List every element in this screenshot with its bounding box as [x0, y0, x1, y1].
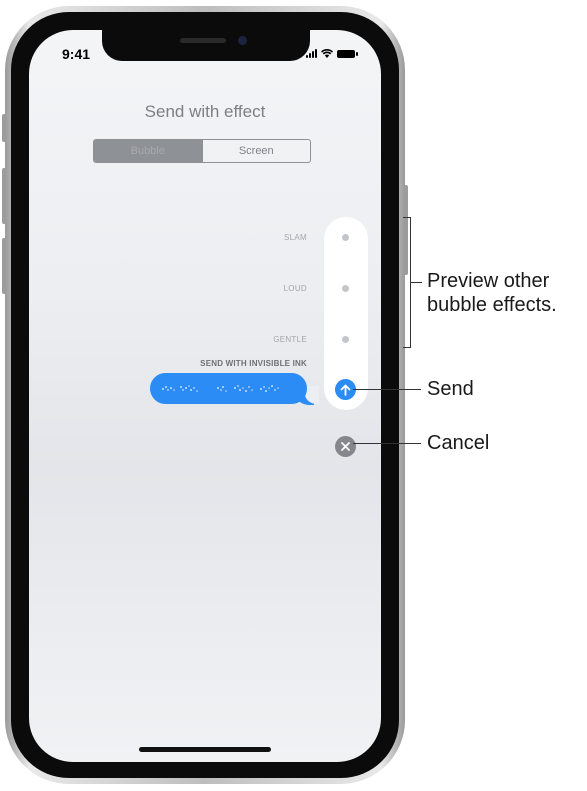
effect-dot-gentle[interactable] — [342, 336, 349, 343]
send-leader-line — [353, 389, 421, 390]
battery-icon — [337, 50, 358, 58]
notch — [102, 30, 310, 61]
tab-bubble[interactable]: Bubble — [94, 140, 202, 162]
page-title: Send with effect — [144, 102, 266, 121]
wifi-icon — [321, 49, 333, 58]
signal-icon — [306, 49, 317, 58]
effect-type-segmented-control[interactable]: Bubble Screen — [93, 139, 311, 163]
camera-icon — [238, 36, 247, 45]
effect-label-slam[interactable]: SLAM — [284, 233, 307, 242]
arrow-up-icon — [340, 384, 351, 396]
figure: 9:41 Send with effect Bubble Screen SLAM — [0, 0, 587, 791]
phone-frame: 9:41 Send with effect Bubble Screen SLAM — [5, 6, 405, 784]
send-callout: Send — [427, 378, 474, 400]
status-time: 9:41 — [62, 46, 91, 62]
home-indicator[interactable] — [139, 747, 271, 752]
phone-screen: 9:41 Send with effect Bubble Screen SLAM — [29, 30, 381, 762]
speaker — [180, 38, 226, 43]
cancel-leader-line — [353, 443, 421, 444]
effect-dot-slam[interactable] — [342, 234, 349, 241]
preview-callout-line2: bubble effects. — [427, 294, 557, 316]
effect-label-gentle[interactable]: GENTLE — [273, 335, 307, 344]
effect-label-loud[interactable]: LOUD — [284, 284, 307, 293]
invisible-ink-effect — [162, 385, 279, 392]
preview-leader-line — [410, 282, 422, 283]
close-icon — [341, 442, 350, 451]
preview-callout-line1: Preview other — [427, 270, 550, 292]
selected-effect-label: SEND WITH INVISIBLE INK — [200, 359, 307, 368]
preview-bracket-bottom — [403, 347, 411, 348]
message-bubble — [150, 373, 307, 404]
cancel-button[interactable] — [335, 436, 356, 457]
tab-screen[interactable]: Screen — [201, 140, 311, 162]
cancel-callout: Cancel — [427, 432, 490, 454]
effect-dot-loud[interactable] — [342, 285, 349, 292]
status-icons — [306, 49, 358, 58]
